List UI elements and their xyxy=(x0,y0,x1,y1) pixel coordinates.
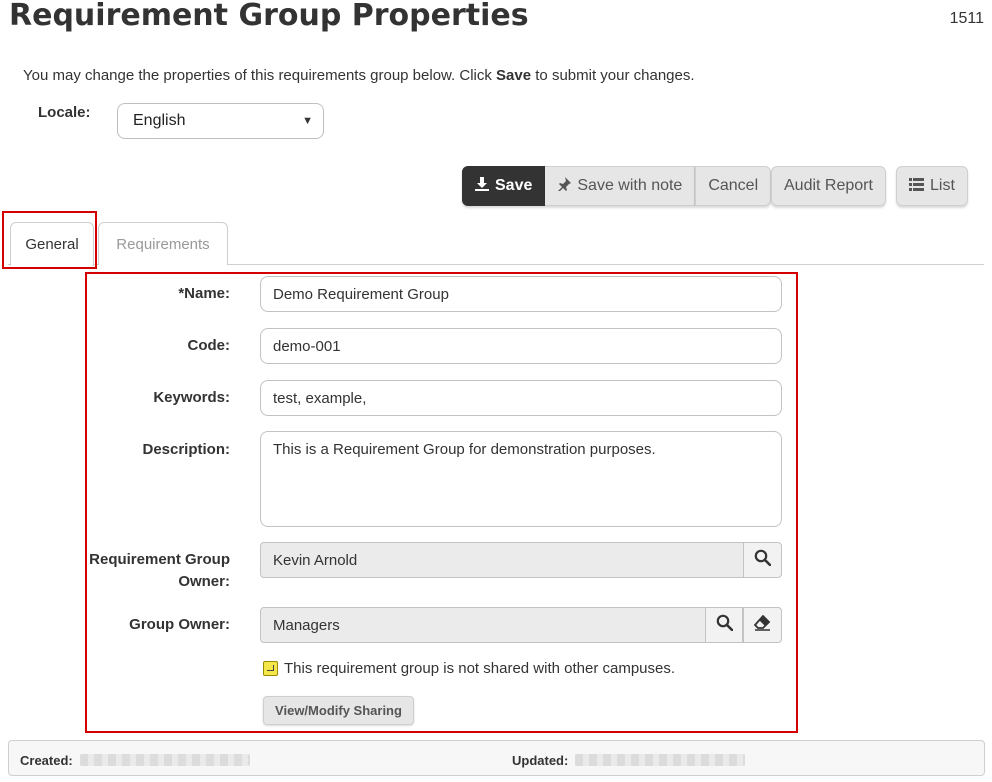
tab-highlight-box xyxy=(2,211,97,269)
description-label: Description: xyxy=(142,441,230,458)
group-owner-search-button[interactable] xyxy=(705,607,743,643)
list-button[interactable]: List xyxy=(896,166,968,206)
created-label: Created: xyxy=(20,753,73,768)
keywords-field[interactable]: test, example, xyxy=(260,380,782,416)
owner-search-button[interactable] xyxy=(743,542,782,578)
list-icon xyxy=(909,177,924,195)
tab-requirements[interactable]: Requirements xyxy=(98,222,228,265)
updated-value-redacted xyxy=(575,754,745,766)
save-button-group: Save Save with note Cancel xyxy=(462,166,772,206)
name-field[interactable]: Demo Requirement Group xyxy=(260,276,782,312)
group-owner-clear-button[interactable] xyxy=(743,607,782,643)
code-field[interactable]: demo-001 xyxy=(260,328,782,364)
intro-text: You may change the properties of this re… xyxy=(23,67,695,84)
view-modify-sharing-button[interactable]: View/Modify Sharing xyxy=(263,696,414,725)
locale-select[interactable]: English ▼ xyxy=(117,103,324,139)
note-icon xyxy=(263,661,278,676)
pin-icon xyxy=(557,177,572,195)
cancel-button[interactable]: Cancel xyxy=(695,166,772,206)
sharing-status: This requirement group is not shared wit… xyxy=(263,660,675,677)
audit-report-button[interactable]: Audit Report xyxy=(771,166,886,206)
updated-label: Updated: xyxy=(512,753,569,768)
name-label: *Name: xyxy=(178,285,230,302)
search-icon xyxy=(754,549,772,571)
created-value-redacted xyxy=(80,754,250,766)
requirement-group-owner-label: Requirement Group Owner: xyxy=(89,551,230,590)
page-title: Requirement Group Properties xyxy=(9,0,529,33)
audit-footer: Created: Updated: xyxy=(8,740,985,776)
save-with-note-button[interactable]: Save with note xyxy=(545,166,696,206)
download-icon xyxy=(475,177,489,195)
chevron-down-icon: ▼ xyxy=(302,115,313,127)
code-label: Code: xyxy=(187,337,231,354)
eraser-icon xyxy=(753,614,771,636)
description-textarea[interactable]: This is a Requirement Group for demonstr… xyxy=(260,431,782,527)
locale-label: Locale: xyxy=(38,104,91,121)
audit-group: Audit Report xyxy=(771,166,886,206)
intro-save-word: Save xyxy=(496,67,532,84)
keywords-label: Keywords: xyxy=(153,389,230,406)
save-button[interactable]: Save xyxy=(462,166,546,206)
list-group: List xyxy=(896,166,968,206)
group-owner-field: Managers xyxy=(260,607,706,643)
requirement-group-owner-field: Kevin Arnold xyxy=(260,542,744,578)
search-icon xyxy=(716,614,733,636)
group-owner-label: Group Owner: xyxy=(129,616,230,633)
page-id: 1511 xyxy=(949,10,984,27)
